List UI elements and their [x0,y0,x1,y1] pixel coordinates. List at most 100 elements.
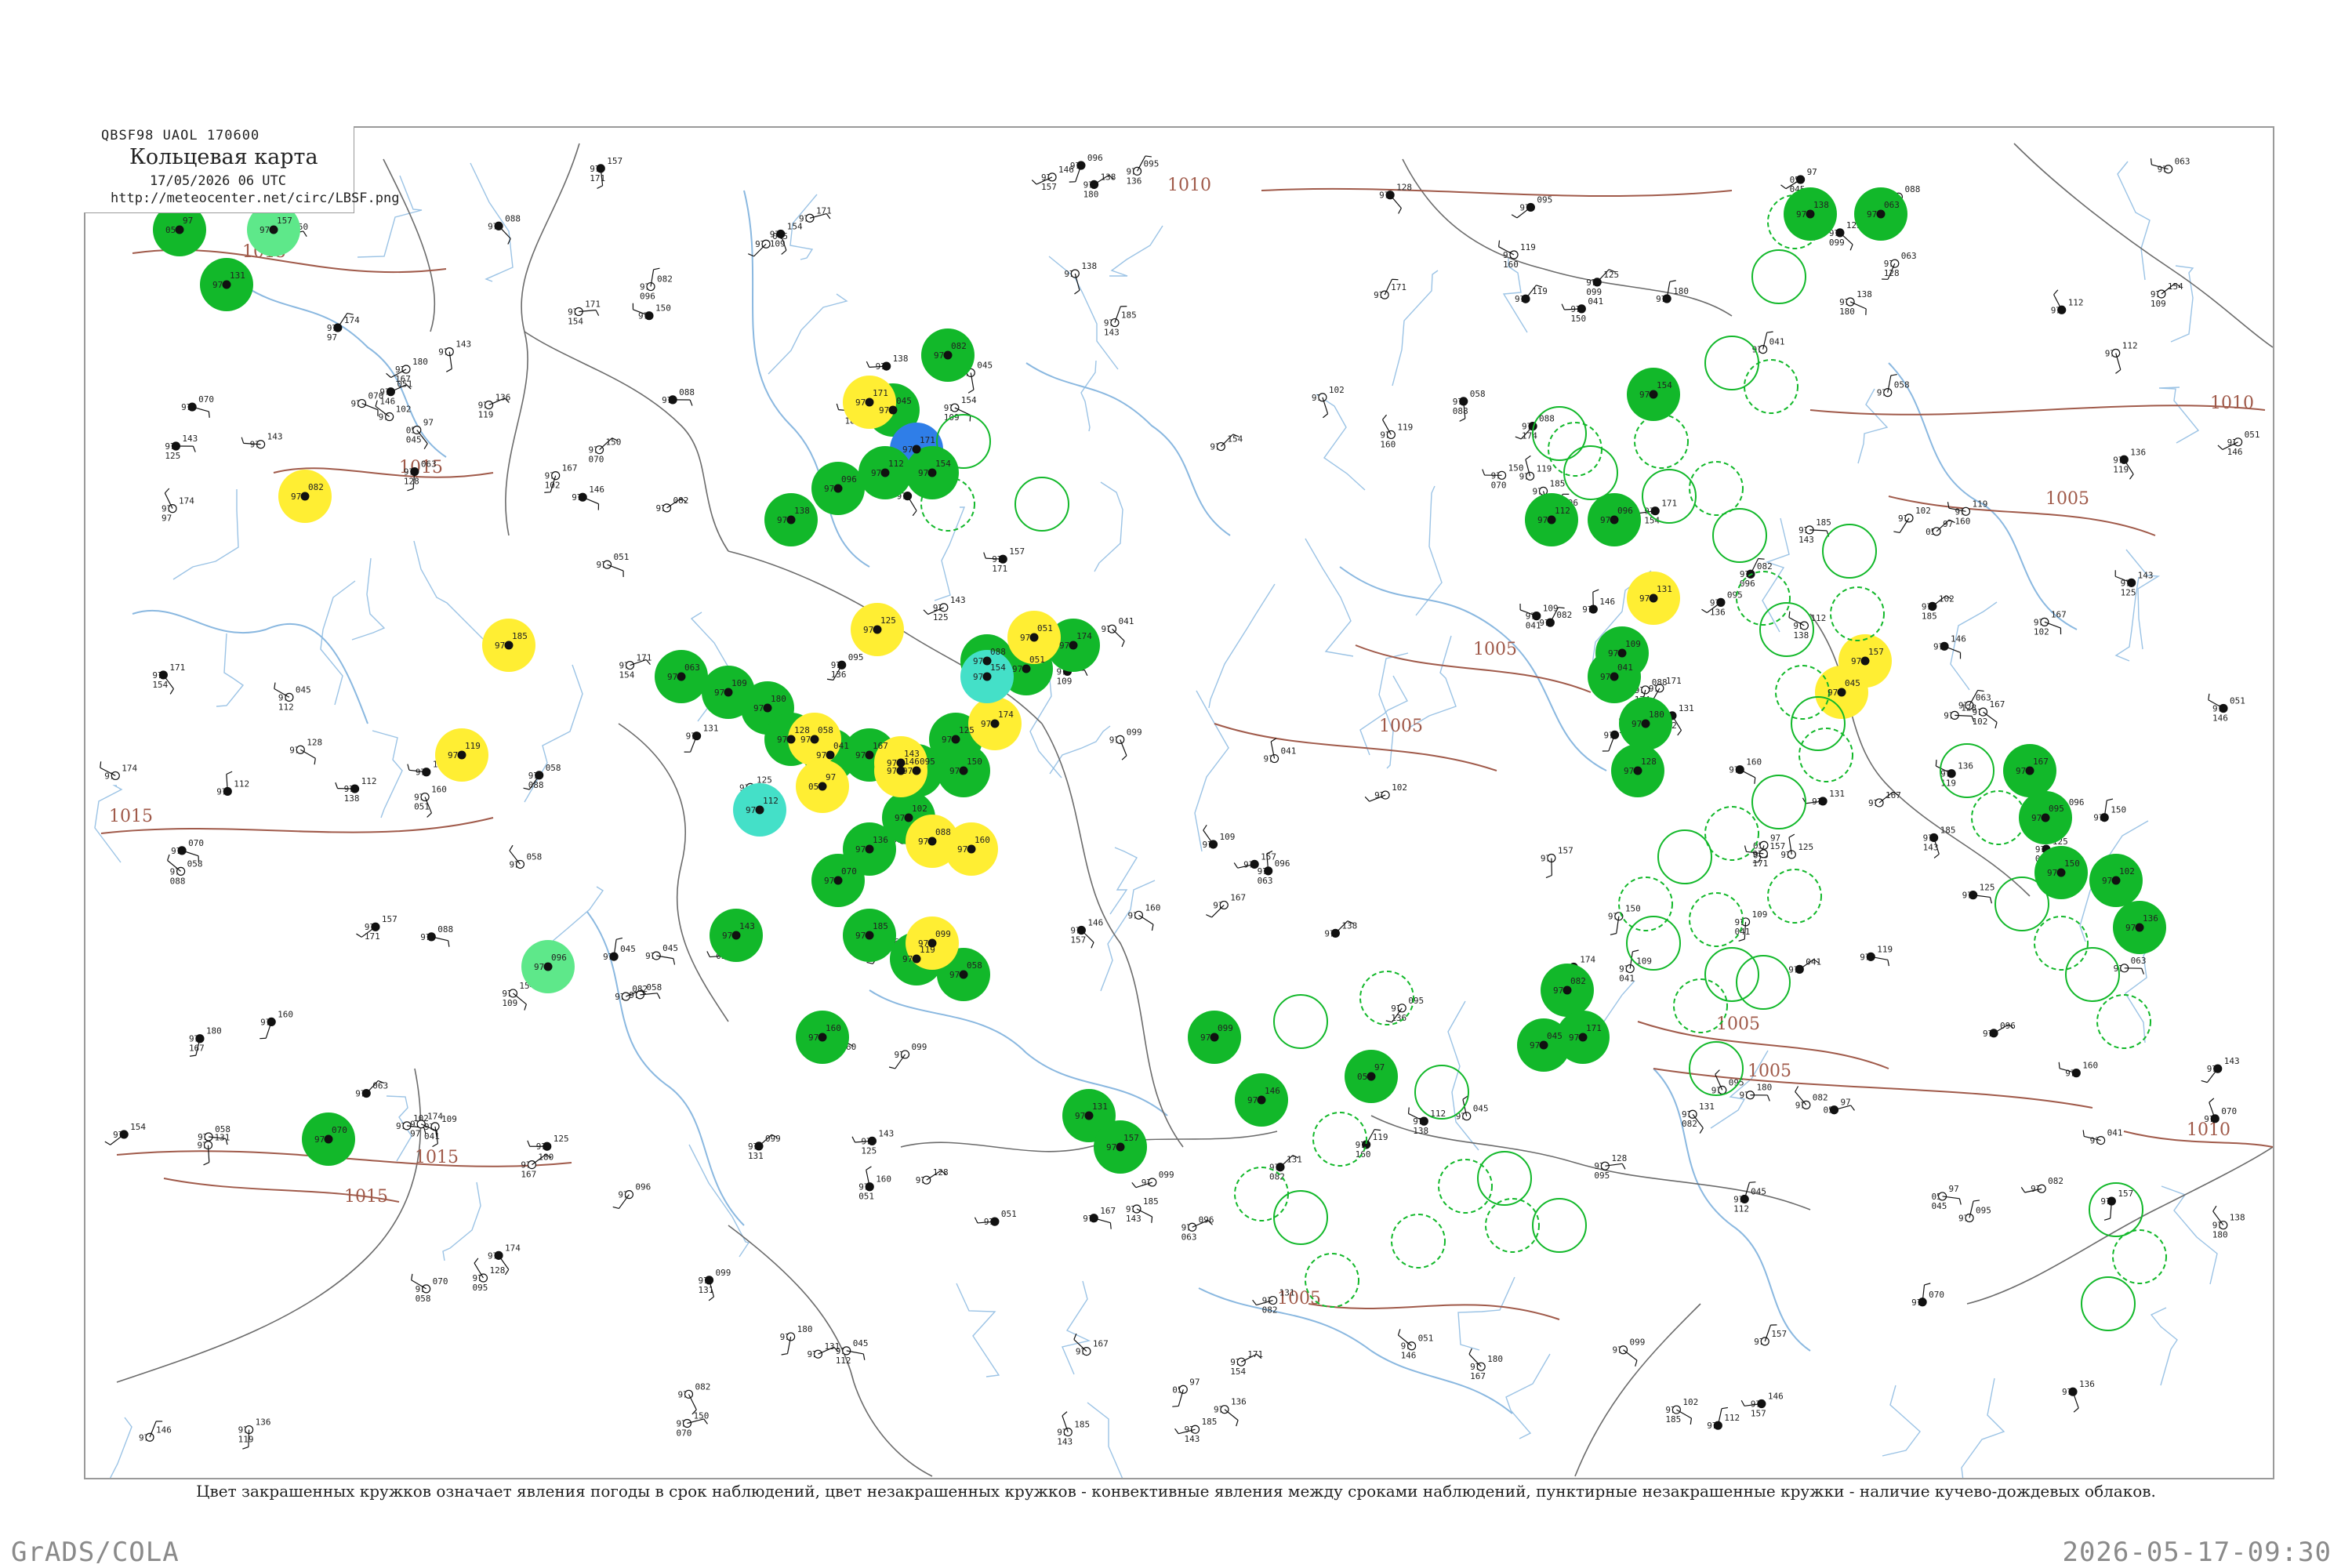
station-plot: 10297 [1364,782,1407,802]
svg-text:160: 160 [2082,1061,2098,1071]
svg-text:180: 180 [1756,1083,1772,1093]
svg-text:97: 97 [667,672,677,682]
svg-text:125: 125 [959,725,975,735]
convective-circle [1634,414,1689,469]
svg-text:096: 096 [640,292,655,302]
svg-text:97: 97 [1867,209,1877,220]
station-plot: 04197 [1752,331,1785,355]
svg-text:157: 157 [1123,1133,1139,1143]
svg-text:171: 171 [1666,676,1682,686]
station-plot: 08897 [488,213,521,245]
svg-text:063: 063 [684,662,700,673]
station-plot: 14397125 [2114,570,2154,597]
station-plot: 15797 [2100,1189,2133,1221]
svg-text:128: 128 [307,737,322,747]
convective-circle [1822,524,1877,579]
svg-text:063: 063 [1181,1232,1197,1242]
convective-circle [1477,1151,1532,1206]
station-plot: 08297096 [640,267,673,302]
svg-text:146: 146 [1768,1392,1784,1402]
svg-text:97: 97 [1624,766,1634,776]
svg-text:051: 051 [1037,623,1053,633]
station-plot: 14397 [2201,1056,2240,1083]
svg-text:088: 088 [528,780,544,790]
isobars: 1015101510151015101010101005100510051005… [100,176,2273,1320]
svg-text:97: 97 [1949,1184,1959,1194]
svg-text:112: 112 [1733,1203,1749,1214]
station-plot: 9705 [1926,519,1955,537]
isobar-label: 1015 [415,1148,459,1167]
svg-text:096: 096 [2000,1021,2016,1031]
svg-text:041: 041 [1769,337,1785,347]
svg-text:051: 051 [2230,695,2245,706]
svg-text:97: 97 [327,332,337,343]
svg-text:070: 070 [2221,1106,2237,1116]
svg-text:154: 154 [619,670,634,681]
svg-text:97: 97 [855,844,866,855]
svg-text:97: 97 [1247,1095,1258,1105]
station-plot: 15797 [1754,1324,1787,1347]
svg-text:125: 125 [2121,587,2136,597]
svg-text:128: 128 [1884,268,1900,278]
svg-text:97: 97 [826,772,836,782]
svg-text:099: 099 [1629,1338,1645,1348]
svg-text:082: 082 [657,274,673,285]
svg-text:099: 099 [1159,1170,1174,1180]
svg-text:174: 174 [122,763,137,773]
isobar-label: 1005 [1716,1014,1760,1034]
svg-text:160: 160 [1503,260,1519,270]
station-plot: 12597099 [1586,269,1619,297]
svg-text:088: 088 [437,924,453,935]
svg-text:112: 112 [1724,1413,1740,1423]
svg-text:102: 102 [912,804,927,814]
station-plot: 09997131 [748,1134,781,1161]
svg-text:063: 063 [1976,693,1991,703]
convective-circle [1657,829,1712,884]
station-plot: 09997131 [699,1268,731,1301]
svg-text:045: 045 [296,684,311,695]
svg-text:146: 146 [156,1425,172,1435]
svg-text:97: 97 [1600,672,1610,682]
svg-text:167: 167 [2051,609,2067,619]
station-plot: 10297185 [1922,593,1955,621]
station-plot: 09997 [1612,1338,1645,1367]
svg-text:180: 180 [1839,307,1855,317]
svg-text:102: 102 [1972,717,1987,727]
station-plot: 15497 [1210,434,1243,452]
svg-text:051: 051 [858,1192,874,1202]
svg-text:138: 138 [1857,289,1872,299]
svg-text:070: 070 [676,1428,691,1438]
svg-text:088: 088 [1453,406,1468,416]
svg-text:136: 136 [2130,447,2146,457]
svg-text:171: 171 [590,173,605,183]
svg-text:146: 146 [1265,1086,1280,1096]
svg-text:97: 97 [918,468,928,478]
station-plot: 16797102 [544,463,578,493]
station-plot: 13897 [866,354,909,372]
station-plot: 12897095 [1594,1153,1627,1181]
svg-text:131: 131 [230,270,245,281]
convective-circle [1767,869,1822,924]
svg-text:97: 97 [1569,1033,1579,1043]
svg-text:157: 157 [607,156,622,166]
station-plot: 04597 [645,943,678,965]
svg-text:102: 102 [2119,866,2135,877]
svg-text:109: 109 [1625,639,1641,649]
svg-text:146: 146 [1401,1351,1417,1361]
svg-text:070: 070 [1929,1290,1944,1300]
svg-text:096: 096 [551,953,567,963]
svg-text:109: 109 [731,678,747,688]
svg-text:045: 045 [1473,1104,1489,1114]
svg-text:167: 167 [1093,1339,1109,1349]
svg-text:119: 119 [1973,499,1988,509]
svg-text:97: 97 [1553,985,1563,996]
svg-text:97: 97 [1530,1040,1540,1051]
svg-text:97: 97 [495,641,505,651]
station-plot: 11997160 [1356,1129,1388,1160]
svg-text:167: 167 [1100,1206,1116,1216]
station-plot: 16797 [1868,790,1901,808]
station-plot: 11297 [2105,340,2138,374]
station-plot: 13897 [1324,920,1357,938]
station-plot: 09697 [1069,153,1103,183]
svg-text:97: 97 [1075,1111,1085,1121]
